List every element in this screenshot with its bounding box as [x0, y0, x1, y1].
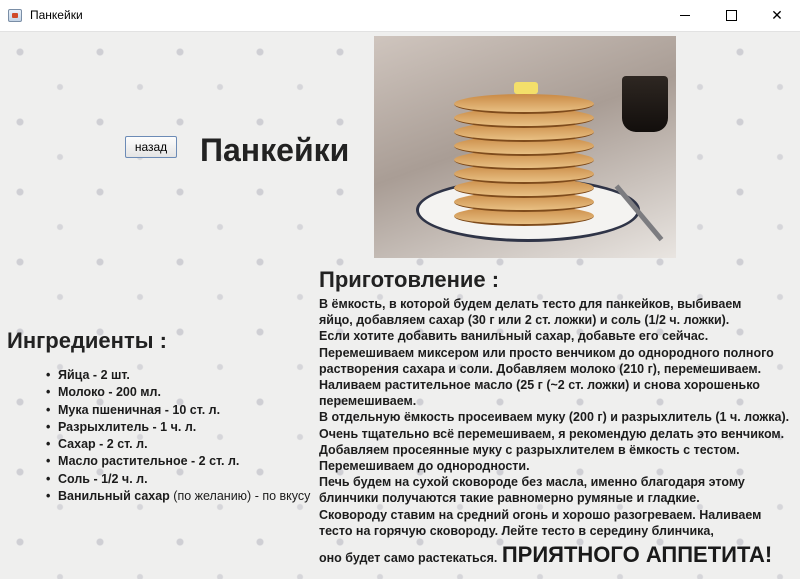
butter-shape	[514, 82, 538, 94]
ingredient-text: Сахар - 2 ст. л.	[58, 437, 148, 452]
preparation-line: Наливаем растительное масло (25 г (~2 ст…	[319, 378, 760, 393]
preparation-closing-line: оно будет само растекаться.	[319, 551, 498, 565]
page-title: Панкейки	[200, 132, 350, 168]
maximize-icon	[725, 10, 737, 21]
maximize-button[interactable]	[708, 0, 754, 31]
preparation-line: Печь будем на сухой сковороде без масла,…	[319, 475, 745, 490]
preparation-line: Очень тщательно всё перемешиваем, я реко…	[319, 426, 785, 441]
pancake-layer	[454, 94, 594, 114]
content-area: назад Панкейки Ингредиенты : Яйца - 2 шт…	[0, 32, 800, 579]
ingredient-item: Мука пшеничная - 10 ст. л.	[46, 402, 310, 420]
preparation-line: блинчики получаются такие равномерно рум…	[319, 491, 700, 506]
preparation-line: яйцо, добавляем сахар (30 г или 2 ст. ло…	[319, 313, 730, 328]
ingredient-text: Молоко - 200 мл.	[58, 385, 161, 400]
ingredient-text: Яйца - 2 шт.	[58, 368, 130, 382]
preparation-text: В ёмкость, в которой будем делать тесто …	[319, 296, 789, 539]
preparation-line: В ёмкость, в которой будем делать тесто …	[319, 297, 742, 311]
ingredient-item: Разрыхлитель - 1 ч. л.	[46, 419, 310, 437]
preparation-line: Перемешиваем миксером или просто венчико…	[319, 345, 774, 360]
java-app-icon	[8, 9, 22, 22]
ingredient-note: (по желанию) - по вкусу	[173, 489, 311, 504]
ingredient-item: Соль - 1/2 ч. л.	[46, 471, 310, 489]
ingredient-text: Ванильный сахар	[58, 489, 174, 504]
preparation-line: Добавляем просеянные муку с разрыхлителе…	[319, 442, 740, 457]
preparation-line: Перемешиваем до однородности.	[319, 459, 530, 474]
pancakes-photo	[374, 36, 676, 258]
ingredient-text: Соль - 1/2 ч. л.	[58, 471, 148, 486]
coffee-cup-shape	[622, 76, 668, 132]
window-title: Панкейки	[30, 8, 83, 22]
ingredient-item: Ванильный сахар (по желанию) - по вкусу	[46, 488, 311, 506]
ingredient-text: Мука пшеничная - 10 ст. л.	[58, 402, 221, 417]
window-titlebar: Панкейки ✕	[0, 0, 800, 32]
back-button[interactable]: назад	[125, 136, 177, 158]
close-icon: ✕	[771, 7, 783, 23]
ingredient-item: Яйца - 2 шт.	[46, 367, 310, 385]
ingredient-item: Масло растительное - 2 ст. л.	[46, 453, 310, 471]
ingredient-item: Сахар - 2 ст. л.	[46, 436, 310, 454]
ingredients-heading: Ингредиенты :	[7, 328, 167, 353]
preparation-line: тесто на горячую сковороду. Лейте тесто …	[319, 523, 714, 538]
bon-appetit-text: ПРИЯТНОГО АППЕТИТА!	[501, 542, 773, 567]
close-button[interactable]: ✕	[754, 0, 800, 31]
ingredients-list: Яйца - 2 шт. Молоко - 200 мл. Мука пшени…	[46, 367, 311, 506]
minimize-icon	[680, 15, 690, 16]
ingredient-item: Молоко - 200 мл.	[46, 384, 310, 402]
ingredient-text: Разрыхлитель - 1 ч. л.	[58, 419, 197, 434]
preparation-closing: оно будет само растекаться. ПРИЯТНОГО АП…	[319, 542, 772, 568]
preparation-line: В отдельную ёмкость просеиваем муку (200…	[319, 410, 790, 425]
preparation-line: растворения сахара и соли. Добавляем мол…	[319, 361, 762, 376]
preparation-heading: Приготовление :	[319, 267, 500, 292]
minimize-button[interactable]	[662, 0, 708, 31]
ingredient-text: Масло растительное - 2 ст. л.	[58, 454, 240, 469]
preparation-line: Сковороду ставим на средний огонь и хоро…	[319, 507, 762, 522]
preparation-line: Если хотите добавить ванильный сахар, до…	[319, 329, 709, 344]
preparation-line: перемешиваем.	[319, 394, 417, 409]
